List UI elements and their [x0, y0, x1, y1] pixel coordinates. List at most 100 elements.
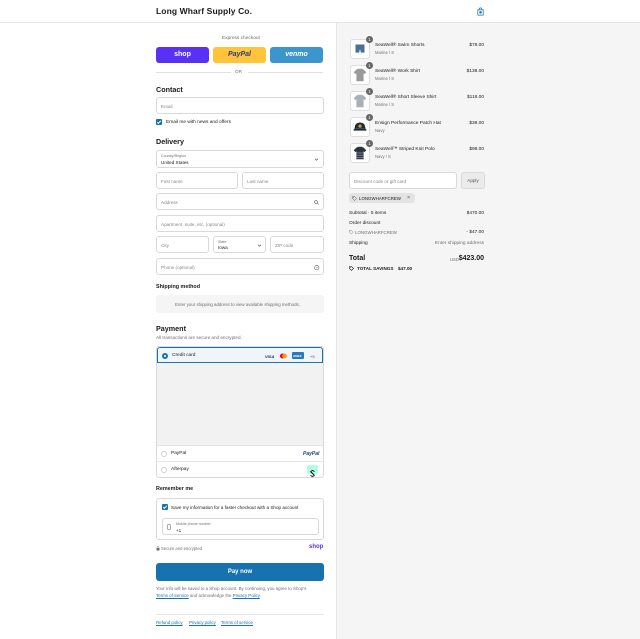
help-circle-icon[interactable]: ? — [314, 264, 320, 271]
mobile-phone-field[interactable]: Mobile phone number +1 — [162, 518, 319, 535]
discount-code-field[interactable]: Discount code or gift card — [349, 172, 457, 189]
credit-card-option[interactable]: Credit card VISA AMEX +5 — [157, 347, 323, 363]
more-cards-badge: +5 — [310, 353, 315, 359]
product-name: Ensign Performance Patch Hat — [375, 121, 441, 126]
subtotal-label: Subtotal · 5 items — [349, 211, 387, 216]
tag-icon — [352, 195, 357, 201]
last-name-field[interactable]: Last name — [242, 172, 324, 189]
product-price: $38.00 — [469, 121, 484, 126]
phone-placeholder: Phone (optional) — [161, 264, 195, 270]
paypal-radio[interactable] — [161, 451, 167, 457]
amex-icon: AMEX — [292, 352, 304, 359]
news-checkbox[interactable] — [156, 119, 162, 125]
discount-value: - $47.00 — [466, 230, 484, 235]
order-summary-panel — [336, 23, 640, 639]
mobile-phone-icon — [167, 524, 171, 530]
credit-card-radio[interactable] — [162, 352, 168, 359]
mobile-phone-label: Mobile phone number — [176, 521, 211, 526]
email-placeholder: Email — [161, 103, 173, 109]
footer-privacy-link[interactable]: Privacy policy — [189, 620, 216, 625]
currency-code: USD — [450, 257, 459, 262]
remove-discount-icon[interactable]: × — [407, 195, 410, 201]
privacy-policy-link[interactable]: Privacy Policy — [233, 593, 260, 598]
afterpay-label: Afterpay — [171, 467, 189, 472]
afterpay-option[interactable]: Afterpay — [157, 461, 323, 478]
address-field[interactable]: Address — [156, 193, 324, 210]
svg-text:?: ? — [316, 265, 318, 269]
payment-methods: Credit card VISA AMEX +5 PayPal PayPal A… — [156, 346, 324, 478]
city-placeholder: City — [161, 242, 169, 248]
delivery-heading: Delivery — [156, 137, 184, 146]
zip-field[interactable]: ZIP code — [270, 236, 324, 253]
or-separator: OR — [235, 69, 242, 74]
subtotal-value: $470.00 — [466, 211, 484, 216]
search-icon — [314, 199, 319, 205]
apply-button[interactable]: Apply — [461, 172, 485, 189]
quantity-badge: 1 — [366, 114, 373, 121]
product-price: $78.00 — [469, 43, 484, 48]
remember-heading: Remember me — [156, 486, 194, 492]
pay-now-button[interactable]: Pay now — [156, 563, 324, 581]
mastercard-icon — [280, 353, 287, 358]
product-variant: Navy / S — [375, 154, 391, 159]
last-name-placeholder: Last name — [247, 178, 269, 184]
first-name-placeholder: First name — [161, 178, 183, 184]
apartment-field[interactable]: Apartment, suite, etc. (optional) — [156, 215, 324, 232]
refund-policy-link[interactable]: Refund policy — [156, 620, 183, 625]
express-checkout-title: Express checkout — [222, 36, 260, 41]
email-field[interactable]: Email — [156, 97, 324, 114]
quantity-badge: 1 — [366, 140, 373, 147]
phone-field[interactable]: Phone (optional) ? — [156, 258, 324, 275]
shop-pay-button[interactable]: shop — [156, 47, 209, 63]
remember-box: Save my information for a faster checkou… — [156, 498, 324, 540]
venmo-button[interactable]: venmo — [270, 47, 323, 63]
chevron-down-icon — [314, 158, 319, 161]
total-savings-value: $47.00 — [398, 266, 413, 271]
credit-card-label: Credit card — [172, 353, 196, 358]
footer-divider — [156, 614, 324, 615]
applied-code: LONGWHARFCREW — [359, 195, 401, 201]
save-info-checkbox[interactable] — [162, 504, 168, 510]
country-select[interactable]: Country/Region United States — [156, 150, 324, 168]
terms-of-service-link[interactable]: Terms of Service — [156, 593, 189, 598]
product-price: $118.00 — [467, 95, 484, 100]
product-variant: Marine / S — [375, 102, 395, 107]
quantity-badge: 1 — [366, 62, 373, 69]
visa-icon: VISA — [265, 353, 275, 359]
product-variant: Marine / S — [375, 76, 395, 81]
save-info-label: Save my information for a faster checkou… — [171, 504, 299, 510]
order-discount-label: Order discount — [349, 221, 381, 226]
product-price: $98.00 — [469, 147, 484, 152]
legal-text-line1: Your info will be saved to a Shop accoun… — [156, 586, 307, 591]
contact-heading: Contact — [156, 85, 183, 94]
shipping-heading: Shipping method — [156, 284, 201, 290]
secure-label: Secure and encrypted — [161, 546, 202, 551]
state-label: State — [218, 239, 227, 244]
product-name: SeaWell™ Striped Knit Polo — [375, 147, 435, 152]
afterpay-radio[interactable] — [161, 467, 167, 473]
savings-tag-icon — [349, 266, 354, 271]
shipping-label: Shipping — [349, 241, 368, 246]
first-name-field[interactable]: First name — [156, 172, 238, 189]
paypal-option[interactable]: PayPal PayPal — [157, 445, 323, 461]
chevron-down-icon — [257, 244, 262, 247]
footer-terms-link[interactable]: Terms of service — [221, 620, 253, 625]
store-brand[interactable]: Long Wharf Supply Co. — [156, 6, 252, 16]
header: Long Wharf Supply Co. — [0, 0, 640, 23]
city-field[interactable]: City — [156, 236, 209, 253]
shopping-bag-icon[interactable] — [476, 7, 485, 16]
mobile-phone-prefix: +1 — [176, 527, 182, 533]
paypal-label: PayPal — [171, 451, 187, 456]
product-name: SeaWell® Swim Shorts — [375, 43, 425, 48]
legal-text-line2: Terms of Service and acknowledge the Pri… — [156, 593, 261, 598]
divider-left — [156, 72, 231, 73]
state-select[interactable]: State Iowa — [213, 236, 266, 253]
total-label: Total — [349, 255, 366, 262]
paypal-logo-icon: PayPal — [303, 450, 320, 457]
lock-icon — [156, 546, 160, 551]
product-name: SeaWell® Work Shirt — [375, 69, 420, 74]
paypal-express-button[interactable]: PayPal — [213, 47, 266, 63]
product-price: $138.00 — [466, 69, 484, 74]
news-label: Email me with news and offers — [166, 119, 231, 125]
payment-heading: Payment — [156, 324, 186, 333]
